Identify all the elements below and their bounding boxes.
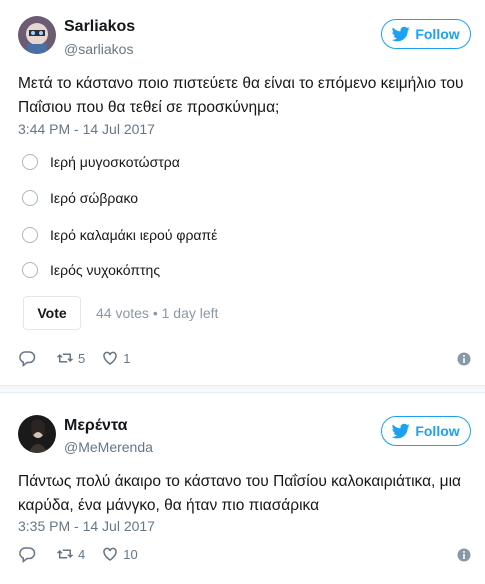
poll-option-label: Ιερό σώβρακο (50, 190, 139, 206)
author-handle[interactable]: @MeMerenda (64, 439, 153, 455)
avatar[interactable] (18, 415, 56, 453)
retweet-count: 4 (78, 546, 86, 562)
author-name[interactable]: Sarliakos (64, 18, 135, 36)
reply-icon (19, 547, 36, 563)
reply-button[interactable] (18, 545, 40, 563)
radio-icon[interactable] (22, 262, 38, 278)
radio-icon[interactable] (22, 190, 38, 206)
tweet-actions: 4 10 (18, 545, 154, 563)
like-button[interactable]: 10 (101, 545, 138, 563)
retweet-button[interactable]: 4 (56, 545, 85, 563)
poll-option-label: Ιερή μυγοσκοτώστρα (50, 154, 180, 170)
retweet-icon (56, 549, 74, 559)
follow-button[interactable]: Follow (381, 416, 471, 446)
heart-icon (103, 351, 117, 365)
info-icon[interactable] (457, 548, 471, 562)
tweet-actions: 5 1 (18, 349, 146, 367)
author-name[interactable]: Μερέντα (64, 417, 127, 435)
follow-button[interactable]: Follow (381, 19, 471, 49)
bird-icon (392, 26, 411, 42)
retweet-button[interactable]: 5 (56, 349, 85, 367)
like-button[interactable]: 1 (101, 349, 130, 367)
like-count: 10 (123, 546, 138, 562)
reply-icon (19, 351, 36, 367)
tweet-timestamp[interactable]: 3:44 PM - 14 Jul 2017 (18, 121, 155, 137)
tweet-card: Sarliakos @sarliakos Follow Μετά το κάστ… (0, 0, 485, 386)
tweet-card: Μερέντα @MeMerenda Follow Πάντως πολύ άκ… (0, 392, 485, 584)
bird-icon (392, 423, 411, 439)
poll-option-label: Ιερό καλαμάκι ιερού φραπέ (50, 227, 218, 243)
follow-label: Follow (415, 423, 460, 439)
poll-option-label: Ιερός νυχοκόπτης (50, 262, 161, 278)
poll-option[interactable]: Ιερό καλαμάκι ιερού φραπέ (22, 224, 217, 246)
author-handle[interactable]: @sarliakos (64, 41, 133, 57)
tweet-text: Μετά το κάστανο ποιο πιστεύετε θα είναι … (18, 75, 464, 116)
poll-option[interactable]: Ιερός νυχοκόπτης (22, 259, 160, 281)
poll-meta: 44 votes • 1 day left (96, 305, 219, 321)
poll-option[interactable]: Ιερή μυγοσκοτώστρα (22, 151, 180, 173)
poll-option[interactable]: Ιερό σώβρακο (22, 187, 138, 209)
retweet-icon (56, 353, 74, 363)
retweet-count: 5 (78, 350, 86, 366)
like-count: 1 (123, 350, 131, 366)
follow-label: Follow (415, 26, 460, 42)
radio-icon[interactable] (22, 154, 38, 170)
avatar[interactable] (18, 16, 56, 54)
tweet-text: Πάντως πολύ άκαιρο το κάστανο του Παΐσίο… (18, 473, 461, 514)
heart-icon (103, 547, 117, 561)
reply-button[interactable] (18, 349, 40, 367)
info-icon[interactable] (457, 352, 471, 366)
radio-icon[interactable] (22, 227, 38, 243)
vote-button[interactable]: Vote (23, 296, 81, 330)
tweet-timestamp[interactable]: 3:35 PM - 14 Jul 2017 (18, 518, 155, 534)
